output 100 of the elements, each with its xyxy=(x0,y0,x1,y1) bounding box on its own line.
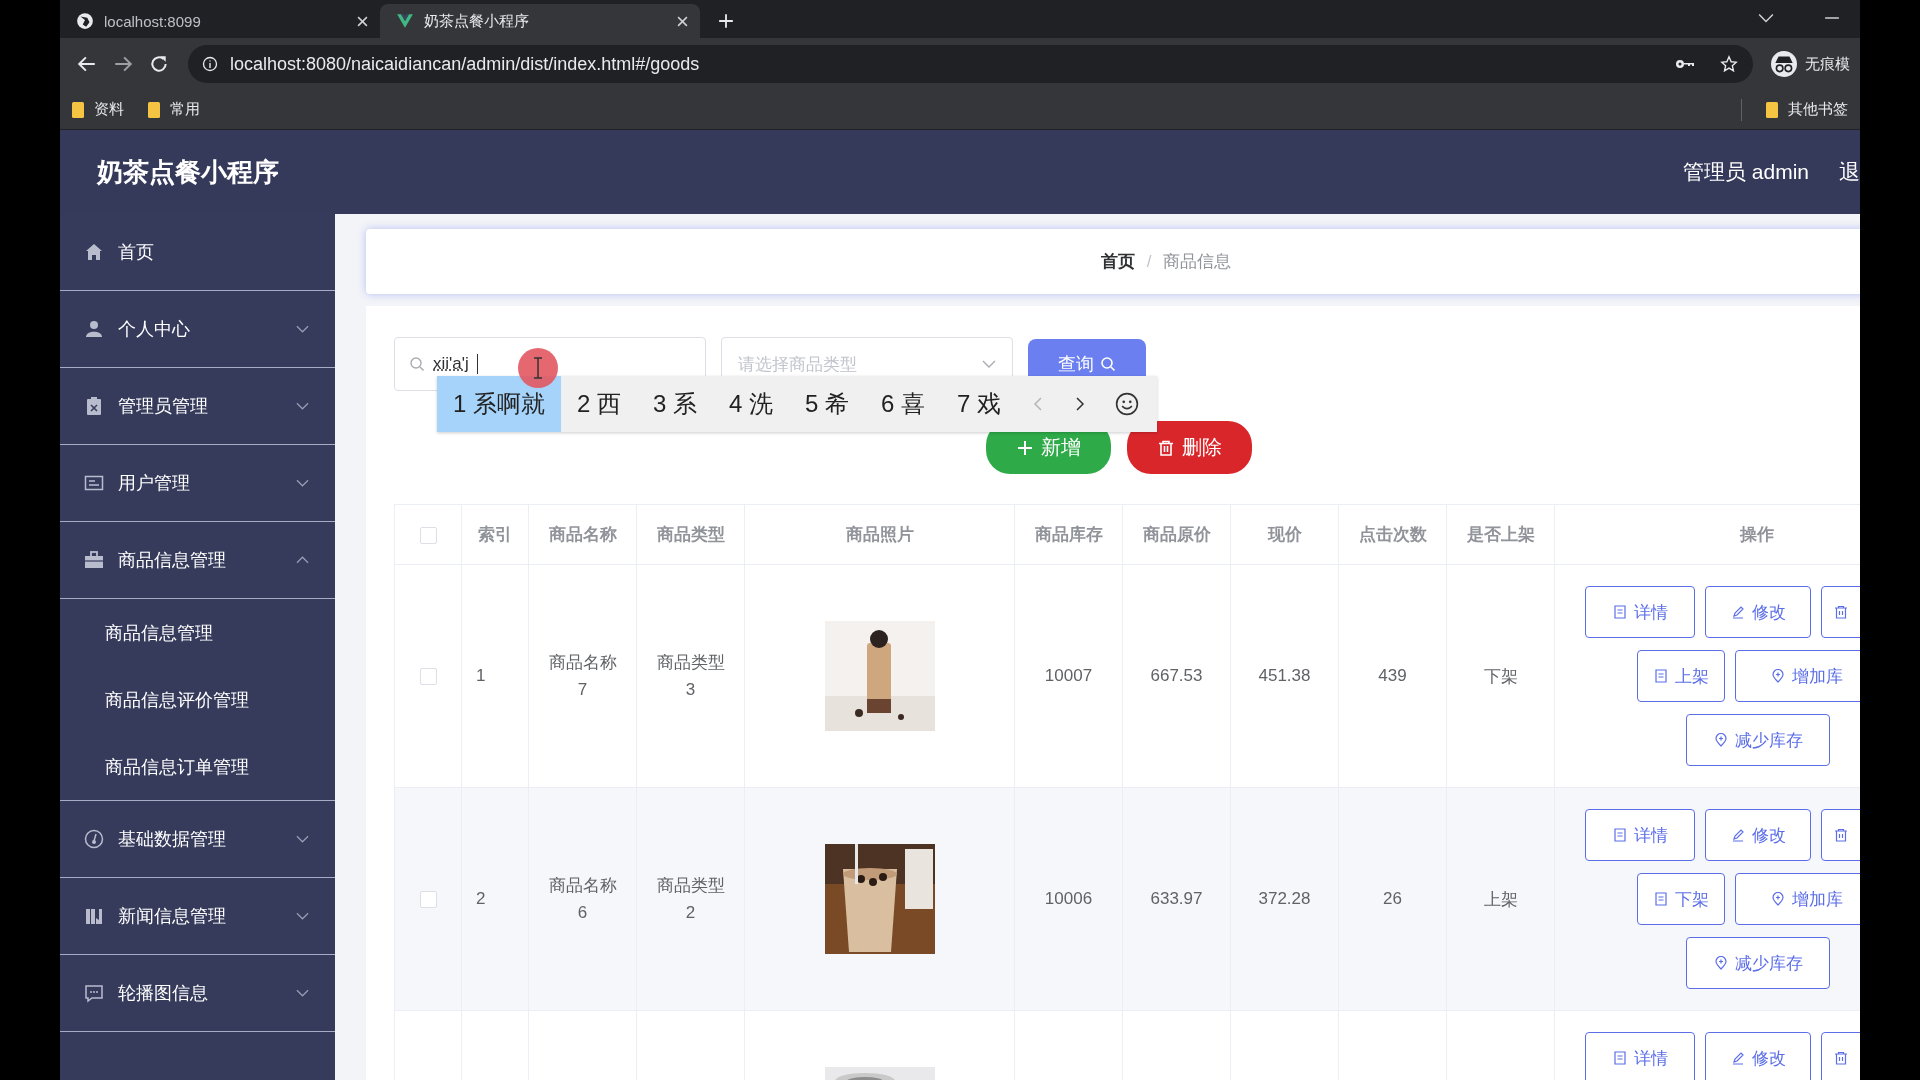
document-icon xyxy=(1612,1051,1627,1065)
table-cell: 26 xyxy=(1383,889,1402,908)
pencil-icon xyxy=(1730,1051,1745,1065)
folder-icon xyxy=(72,101,84,118)
column-header: 现价 xyxy=(1267,525,1302,544)
submenu-item[interactable]: 商品信息管理 xyxy=(60,599,335,666)
action-button[interactable]: 下架 xyxy=(1637,873,1725,925)
incognito-icon[interactable] xyxy=(1771,51,1797,77)
breadcrumb-home[interactable]: 首页 xyxy=(1100,250,1135,273)
bookmark-item[interactable]: 资料 xyxy=(72,100,124,119)
clip-icon xyxy=(84,396,104,416)
document-icon xyxy=(1612,605,1627,619)
column-header: 操作 xyxy=(1739,525,1774,544)
chevron-down-icon[interactable] xyxy=(1758,12,1774,24)
submenu-item[interactable]: 商品信息评价管理 xyxy=(60,666,335,733)
trash-icon xyxy=(1157,439,1174,456)
profile-label[interactable]: 无痕模 xyxy=(1805,54,1850,74)
trash-icon xyxy=(1834,1051,1848,1065)
app-title: 奶茶点餐小程序 xyxy=(97,155,279,189)
column-header: 是否上架 xyxy=(1466,525,1535,544)
action-button[interactable]: 减少库存 xyxy=(1686,714,1830,766)
breadcrumb-current: 商品信息 xyxy=(1163,251,1232,273)
table-cell: 633.97 xyxy=(1150,889,1203,908)
column-header: 点击次数 xyxy=(1358,525,1427,544)
document-icon xyxy=(1653,892,1668,906)
action-button[interactable]: 修改 xyxy=(1705,809,1811,861)
table-cell: 372.28 xyxy=(1258,889,1311,908)
column-header: 商品照片 xyxy=(845,525,914,544)
close-icon[interactable] xyxy=(677,15,688,27)
browser-tab[interactable]: localhost:8099 xyxy=(60,4,380,38)
checkbox[interactable] xyxy=(419,891,437,908)
checkbox[interactable] xyxy=(419,526,437,544)
bookmark-item[interactable]: 常用 xyxy=(148,100,200,119)
table-cell-text: 商品名称6 xyxy=(547,874,618,924)
column-header: 商品库存 xyxy=(1034,525,1103,544)
gauge-icon xyxy=(84,829,104,849)
ime-candidate[interactable]: 1 系啊就 xyxy=(437,376,561,432)
folder-icon xyxy=(1766,101,1778,118)
case-icon xyxy=(84,550,104,570)
table-cell: 下架 xyxy=(1483,666,1518,686)
sidebar-item[interactable]: 个人中心 xyxy=(60,291,335,368)
chevron-right-icon[interactable] xyxy=(1075,396,1086,412)
globe-icon xyxy=(76,12,94,30)
sidebar-item[interactable]: 商品信息管理 xyxy=(60,522,335,599)
search-icon xyxy=(1100,356,1116,372)
folder-icon xyxy=(148,101,160,118)
pencil-icon xyxy=(1730,605,1745,619)
table-cell-text: 商品类型2 xyxy=(655,874,726,924)
reload-icon[interactable] xyxy=(149,54,169,74)
column-header: 商品类型 xyxy=(656,525,725,544)
star-icon[interactable] xyxy=(1719,55,1739,73)
smiley-icon[interactable] xyxy=(1115,392,1140,416)
action-button[interactable]: 上架 xyxy=(1637,650,1725,702)
info-icon[interactable] xyxy=(202,56,218,72)
sidebar-item[interactable]: 轮播图信息 xyxy=(60,955,335,1032)
plus-icon xyxy=(1016,439,1033,456)
bookmark-item[interactable]: 其他书签 xyxy=(1766,100,1848,119)
pin-icon xyxy=(1713,956,1728,970)
trash-icon xyxy=(1834,828,1848,842)
action-button[interactable]: 增加库 xyxy=(1735,650,1860,702)
forward-icon[interactable] xyxy=(113,54,133,74)
pin-icon xyxy=(1771,669,1785,683)
action-button[interactable]: 修改 xyxy=(1705,1032,1811,1080)
action-button[interactable]: 增加库 xyxy=(1735,873,1860,925)
pencil-icon xyxy=(1730,828,1745,842)
plus-icon[interactable] xyxy=(718,13,734,29)
sidebar-item[interactable]: 用户管理 xyxy=(60,445,335,522)
table-cell: 439 xyxy=(1378,666,1407,685)
v-logo-icon xyxy=(396,12,414,30)
pin-icon xyxy=(1713,733,1728,747)
sidebar-item[interactable]: 基础数据管理 xyxy=(60,801,335,878)
breadcrumb-separator: / xyxy=(1146,251,1152,272)
sidebar-item[interactable]: 新闻信息管理 xyxy=(60,878,335,955)
table-cell: 上架 xyxy=(1483,889,1518,909)
delete-button[interactable]: 删除 xyxy=(1127,421,1252,474)
book-icon xyxy=(84,906,104,926)
action-button[interactable]: 修改 xyxy=(1705,586,1811,638)
back-icon[interactable] xyxy=(77,54,97,74)
chevron-down-icon xyxy=(982,360,996,368)
table-cell: 667.53 xyxy=(1150,666,1203,685)
close-icon[interactable] xyxy=(357,15,368,27)
user-icon xyxy=(84,319,104,339)
table-cell-text: 商品类型3 xyxy=(655,651,726,701)
sidebar-item[interactable]: 首页 xyxy=(60,214,335,291)
action-button[interactable]: 详情 xyxy=(1585,1032,1695,1080)
document-icon xyxy=(1612,828,1627,842)
logout-link[interactable]: 退 xyxy=(1839,158,1860,186)
action-button[interactable]: 减少库存 xyxy=(1686,937,1830,989)
action-button[interactable]: 详情 xyxy=(1585,586,1695,638)
browser-tab[interactable]: 奶茶点餐小程序 xyxy=(380,4,700,38)
pin-icon xyxy=(1771,892,1785,906)
table-cell-text: 商品名称7 xyxy=(547,651,618,701)
table-cell: 10007 xyxy=(1044,666,1093,685)
checkbox[interactable] xyxy=(419,668,437,685)
column-header: 商品名称 xyxy=(548,525,617,544)
card-icon xyxy=(84,473,104,493)
action-button[interactable]: 详情 xyxy=(1585,809,1695,861)
sidebar-item[interactable]: 管理员管理 xyxy=(60,368,335,445)
address-bar[interactable]: localhost:8080/naicaidiancan/admin/dist/index.html#/goods xyxy=(188,45,1753,83)
submenu-item[interactable]: 商品信息订单管理 xyxy=(60,733,335,800)
